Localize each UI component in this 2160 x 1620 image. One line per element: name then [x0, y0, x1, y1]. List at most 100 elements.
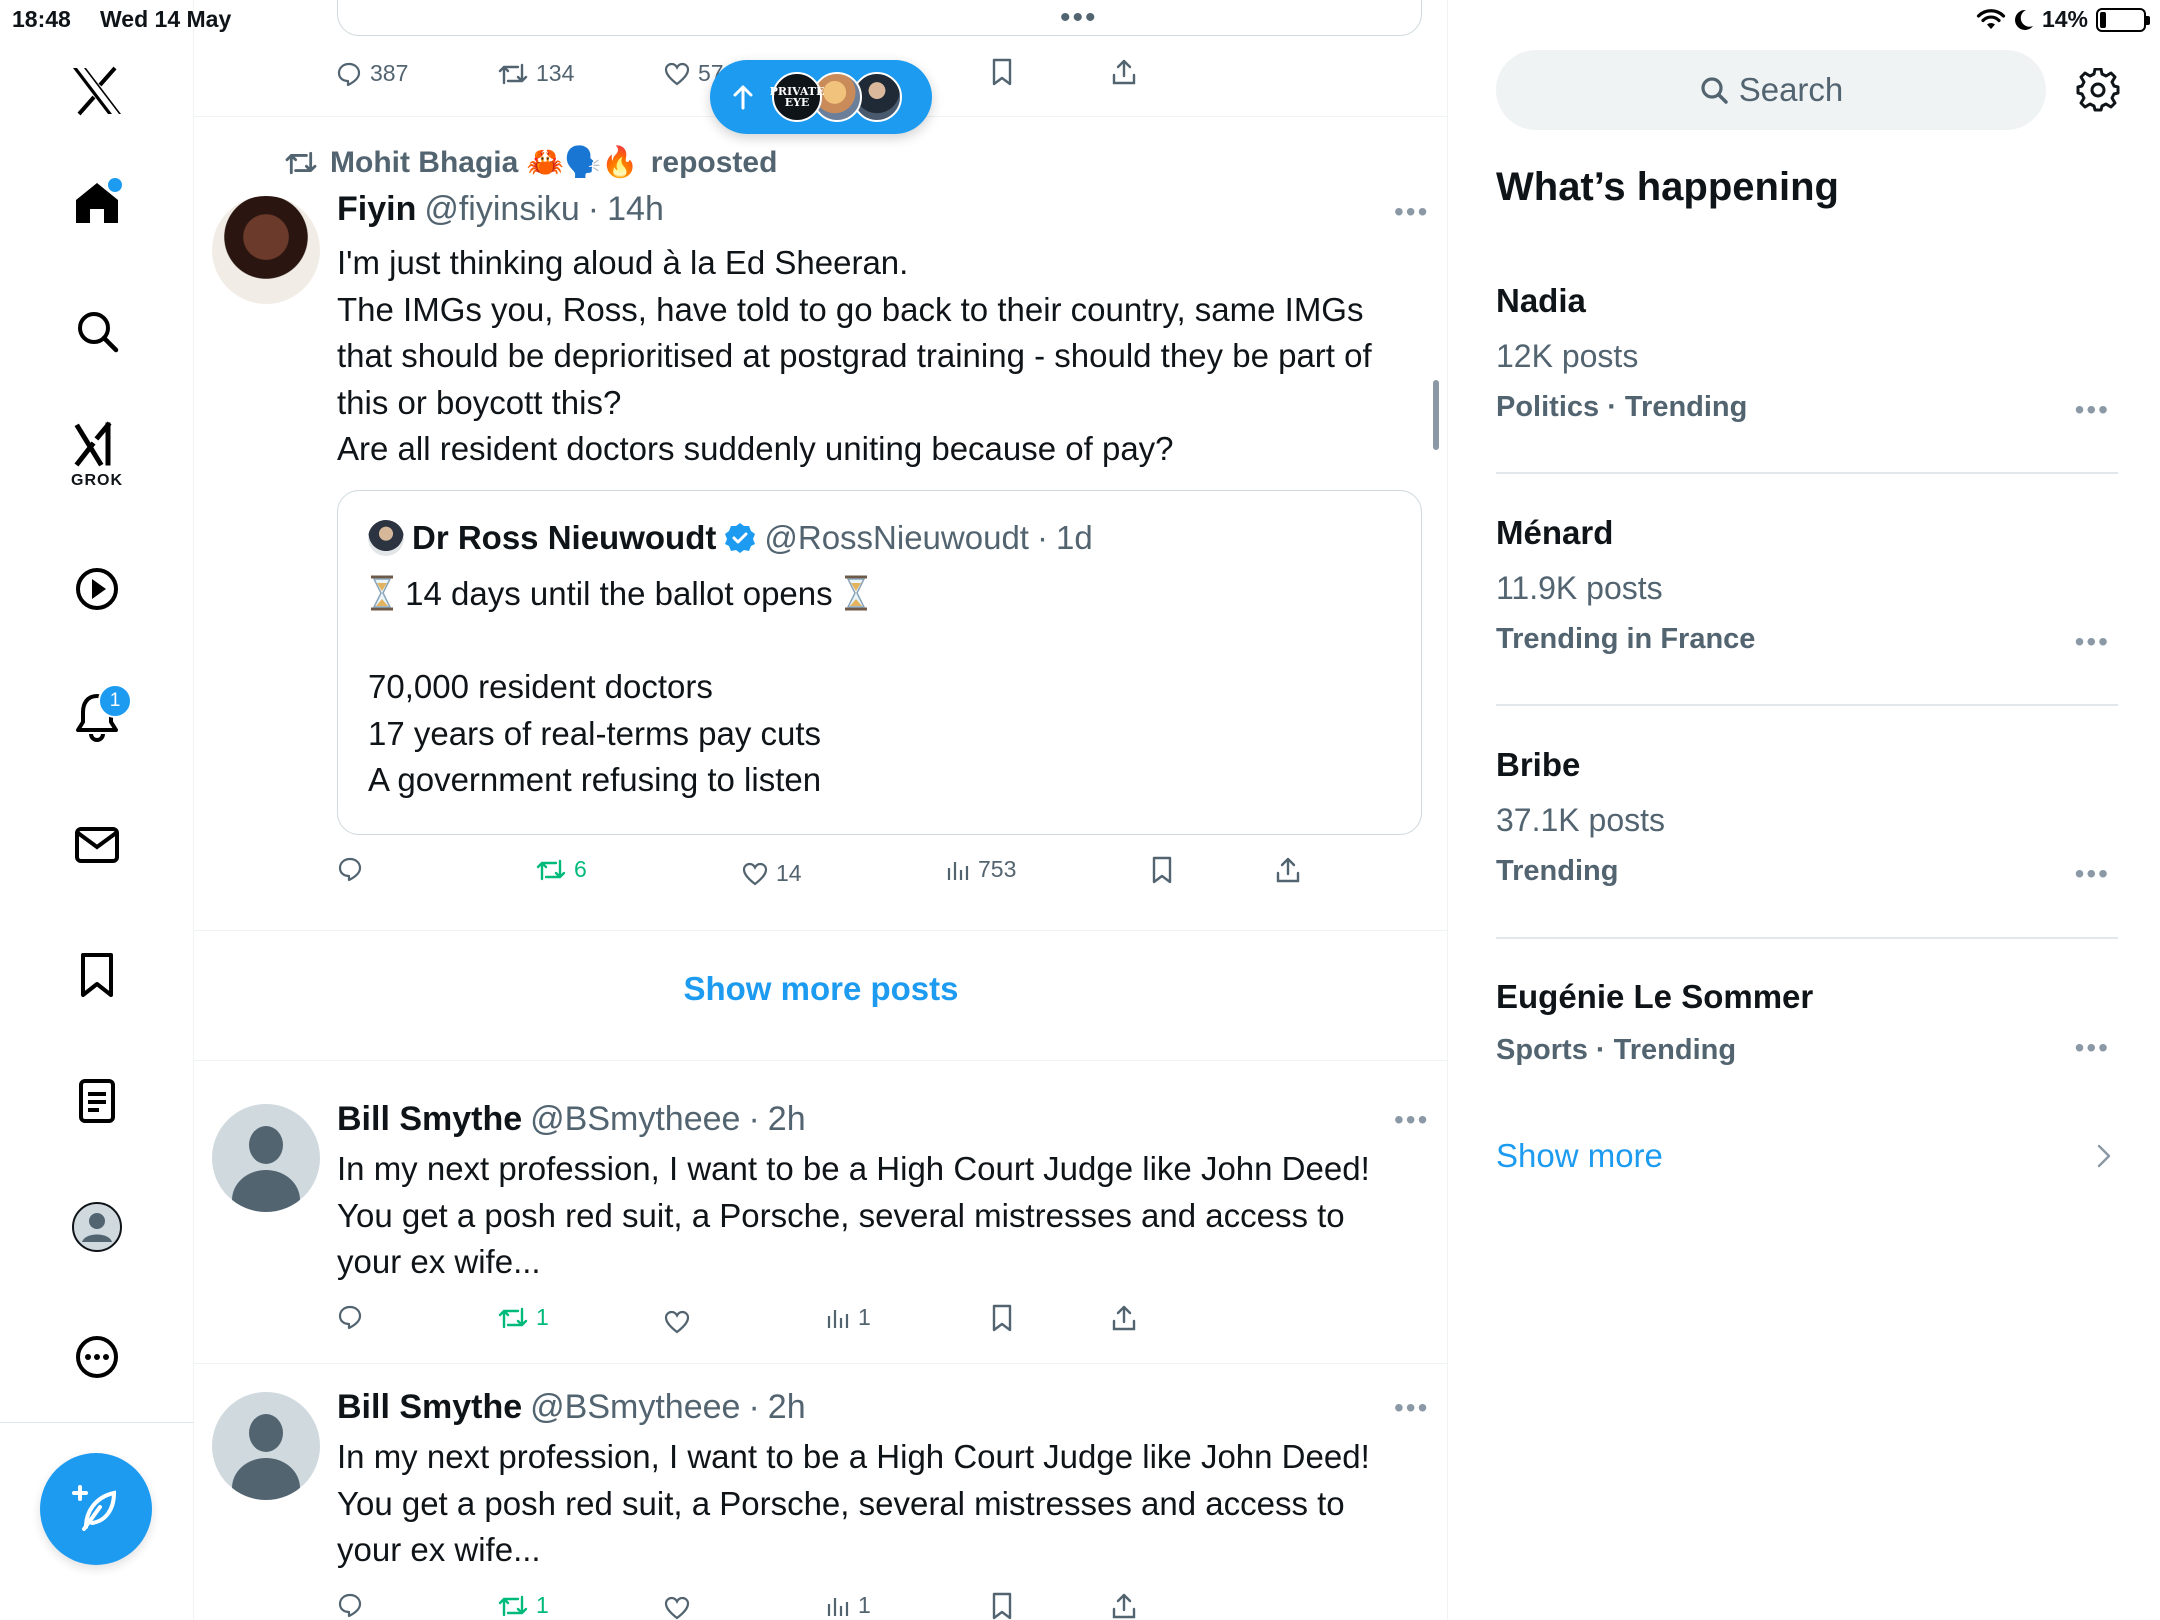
search-icon[interactable]: [62, 296, 132, 366]
gear-icon[interactable]: [2076, 68, 2120, 112]
tweet-separator: [194, 930, 1447, 931]
trend-more-icon[interactable]: •••: [2075, 626, 2110, 658]
tweet-more-icon[interactable]: •••: [1394, 196, 1429, 228]
tweet-author-handle[interactable]: @BSmytheee: [530, 1100, 740, 1139]
compose-button[interactable]: [40, 1453, 152, 1565]
like-button[interactable]: [664, 1596, 690, 1620]
tweet-time[interactable]: 2h: [768, 1100, 806, 1139]
reply-icon: [338, 857, 362, 882]
trend-context: Trending: [1496, 855, 1619, 887]
private-eye-avatar: PRIVATE EYE: [769, 72, 825, 122]
tweet-time[interactable]: 2h: [768, 1388, 806, 1427]
x-logo-icon[interactable]: [62, 56, 132, 126]
trend-item[interactable]: Nadia 12K posts Politics · Trending •••: [1496, 282, 2118, 426]
tweet-more-icon[interactable]: •••: [1394, 1392, 1429, 1424]
bookmark-button[interactable]: [990, 58, 1014, 86]
tweet-author-name[interactable]: Bill Smythe: [337, 1100, 522, 1139]
trend-context: Politics · Trending: [1496, 391, 1748, 423]
views-button[interactable]: 753: [946, 856, 1016, 883]
scrollbar-thumb[interactable]: [1433, 380, 1439, 450]
trend-more-icon[interactable]: •••: [2075, 858, 2110, 890]
avatar[interactable]: [212, 1392, 320, 1500]
reply-button[interactable]: [337, 1304, 363, 1330]
show-more-link[interactable]: Show more: [1496, 1137, 1663, 1175]
share-button[interactable]: [1111, 58, 1137, 86]
bookmark-icon[interactable]: [62, 940, 132, 1010]
avatar[interactable]: [212, 196, 320, 304]
repost-icon: [498, 1307, 528, 1328]
repost-icon: [498, 63, 528, 84]
bookmark-button[interactable]: [990, 1592, 1014, 1620]
views-count: 1: [858, 1304, 871, 1330]
reply-button[interactable]: [337, 856, 363, 882]
main-feed[interactable]: ••• 387 134 57 PRIVATE EYE Mohit Bhagia …: [194, 0, 1448, 1620]
repost-button[interactable]: 1: [498, 1304, 549, 1331]
trend-context: Sports · Trending: [1496, 1034, 1737, 1066]
tweet-line: this or boycott this?: [337, 383, 622, 421]
tweet-line: You get a posh red suit, a Porsche, seve…: [337, 1484, 1345, 1522]
quoted-tweet-card[interactable]: Dr Ross Nieuwoudt @RossNieuwoudt · 1d 14…: [337, 490, 1422, 835]
trend-item[interactable]: Ménard 11.9K posts Trending in France ••…: [1496, 514, 2118, 658]
trend-more-icon[interactable]: •••: [2075, 1032, 2110, 1064]
more-circle-icon[interactable]: [62, 1322, 132, 1392]
avatar[interactable]: [212, 1104, 320, 1212]
new-posts-pill[interactable]: PRIVATE EYE: [710, 60, 932, 134]
share-button[interactable]: [1111, 1592, 1137, 1620]
arrow-up-icon: [733, 85, 753, 110]
quote-line-3: 17 years of real-terms pay cuts: [368, 714, 822, 752]
heart-icon: [742, 862, 768, 885]
tweet-line: Are all resident doctors suddenly unitin…: [337, 430, 1174, 467]
show-more-posts-link[interactable]: Show more posts: [194, 970, 1447, 1008]
views-button[interactable]: 1: [826, 1304, 871, 1331]
share-button[interactable]: [1111, 1304, 1137, 1332]
quote-author-handle[interactable]: @RossNieuwoudt: [764, 519, 1029, 557]
private-eye-label: PRIVATE EYE: [769, 85, 825, 109]
tweet-line: The IMGs you, Ross, have told to go back…: [337, 290, 1364, 328]
repost-icon: [498, 1595, 528, 1616]
reposter-name[interactable]: Mohit Bhagia 🦀🗣️🔥: [330, 145, 639, 180]
tweet-author-handle[interactable]: @fiyinsiku: [424, 190, 579, 229]
like-button[interactable]: [664, 1310, 690, 1334]
bookmark-button[interactable]: [1150, 856, 1174, 884]
quote-avatar[interactable]: [368, 520, 404, 556]
mail-icon[interactable]: [62, 810, 132, 880]
video-play-icon[interactable]: [62, 554, 132, 624]
verified-badge-icon: [725, 523, 756, 553]
dot-separator: ·: [748, 1388, 760, 1426]
tweet-more-icon[interactable]: •••: [1394, 1104, 1429, 1136]
bookmark-button[interactable]: [990, 1304, 1014, 1332]
quote-time[interactable]: 1d: [1056, 519, 1093, 557]
repost-button[interactable]: 6: [536, 856, 587, 883]
bell-icon[interactable]: 1: [62, 682, 132, 752]
lists-icon[interactable]: [62, 1066, 132, 1136]
quote-line-4: A government refusing to listen: [368, 761, 822, 798]
search-input[interactable]: Search: [1496, 50, 2046, 130]
repost-count: 134: [536, 60, 575, 86]
trend-posts: 37.1K posts: [1496, 802, 1665, 838]
compose-feather-icon: [72, 1485, 117, 1531]
tweet-text: In my next profession, I want to be a Hi…: [337, 1146, 1422, 1286]
trend-item[interactable]: Eugénie Le Sommer Sports · Trending •••: [1496, 978, 2118, 1067]
reply-button[interactable]: 387: [336, 60, 408, 87]
tweet-author-name[interactable]: Bill Smythe: [337, 1388, 522, 1427]
share-icon: [1112, 1593, 1136, 1619]
profile-icon[interactable]: [62, 1192, 132, 1262]
views-button[interactable]: 1: [826, 1592, 871, 1619]
home-icon[interactable]: [62, 168, 132, 238]
repost-button[interactable]: 1: [498, 1592, 549, 1619]
trend-item[interactable]: Bribe 37.1K posts Trending •••: [1496, 746, 2118, 890]
like-button[interactable]: 14: [742, 860, 802, 887]
reply-button[interactable]: [337, 1592, 363, 1618]
tweet-time[interactable]: 14h: [607, 190, 664, 229]
tweet-header: Bill Smythe @BSmytheee · 2h: [337, 1388, 806, 1427]
grok-icon[interactable]: GROK: [62, 420, 132, 490]
share-button[interactable]: [1275, 856, 1301, 884]
dot-separator: ·: [1036, 519, 1048, 556]
quote-line-2: 70,000 resident doctors: [368, 668, 713, 705]
repost-button[interactable]: 134: [498, 60, 574, 87]
trend-more-icon[interactable]: •••: [2075, 394, 2110, 426]
hourglass-icon: [844, 575, 867, 611]
tweet-author-handle[interactable]: @BSmytheee: [530, 1388, 740, 1427]
quote-author-name[interactable]: Dr Ross Nieuwoudt: [412, 519, 716, 557]
tweet-author-name[interactable]: Fiyin: [337, 190, 416, 229]
